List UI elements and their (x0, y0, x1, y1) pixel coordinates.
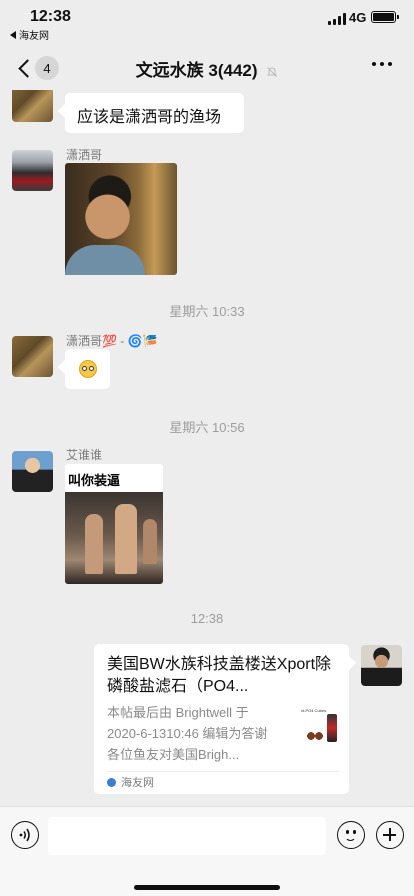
timestamp: 12:38 (190, 611, 224, 626)
back-app-label: 海友网 (19, 31, 49, 42)
status-time: 12:38 (30, 8, 71, 25)
chat-header: 4 文远水族 3(442) (0, 44, 414, 90)
avatar[interactable] (12, 336, 53, 377)
signal-icon (328, 13, 346, 25)
more-button[interactable] (372, 62, 392, 66)
emoji-button[interactable] (337, 821, 365, 849)
input-bar (0, 806, 414, 896)
text-message-bubble[interactable]: 应该是潇洒哥的渔场 (65, 93, 244, 133)
message-input[interactable] (48, 817, 326, 855)
voice-button[interactable] (11, 821, 39, 849)
image-message[interactable] (65, 163, 177, 275)
emoji-message-bubble[interactable] (65, 349, 110, 389)
image-caption: 叫你装逼 (68, 473, 121, 488)
avatar[interactable] (12, 451, 53, 492)
bell-slash-icon (267, 66, 278, 77)
voice-icon (19, 828, 30, 842)
card-divider (107, 771, 339, 772)
card-source-label: 海友网 (121, 777, 154, 789)
chat-title: 文远水族 3(442) (135, 61, 258, 80)
avatar-self[interactable] (361, 645, 402, 686)
flushed-emoji-icon (78, 360, 97, 378)
card-title: 美国BW水族科技盖楼送Xport除磷酸盐滤石（PO4... (107, 656, 332, 695)
avatar[interactable] (12, 90, 53, 122)
message-text: 应该是潇洒哥的渔场 (77, 109, 222, 126)
timestamp: 星期六 10:56 (169, 420, 245, 435)
back-to-app-link[interactable]: 海友网 (10, 27, 49, 42)
sender-name: 潇洒哥💯 - 🌀🎏 (66, 334, 158, 348)
card-source: 海友网 (107, 774, 154, 790)
avatar[interactable] (12, 150, 53, 191)
image-message[interactable]: 叫你装逼 (65, 464, 163, 584)
sender-name: 潇洒哥 (66, 148, 103, 162)
source-icon (107, 777, 116, 787)
chat-title-wrap: 文远水族 3(442) (0, 56, 414, 81)
home-indicator (134, 885, 280, 890)
timestamp: 星期六 10:33 (169, 304, 245, 319)
network-type: 4G (349, 10, 367, 25)
link-card-message[interactable]: 美国BW水族科技盖楼送Xport除磷酸盐滤石（PO4... 本帖最后由 Brig… (94, 644, 349, 794)
plus-circle-icon[interactable] (376, 821, 404, 849)
card-description: 本帖最后由 Brightwell 于 2020-6-1310:46 编辑为答谢各… (107, 705, 268, 762)
card-thumbnail: xt-PO4 Cubes (301, 708, 341, 748)
more-dots-icon (372, 62, 376, 66)
message-list[interactable]: 应该是潇洒哥的渔场 潇洒哥 星期六 10:33 潇洒哥💯 - 🌀🎏 星期六 10… (0, 90, 414, 806)
back-arrow-icon (10, 30, 16, 39)
sender-name: 艾谁谁 (66, 448, 103, 462)
battery-icon (371, 11, 399, 23)
status-bar: 12:38 海友网 4G (0, 0, 414, 44)
